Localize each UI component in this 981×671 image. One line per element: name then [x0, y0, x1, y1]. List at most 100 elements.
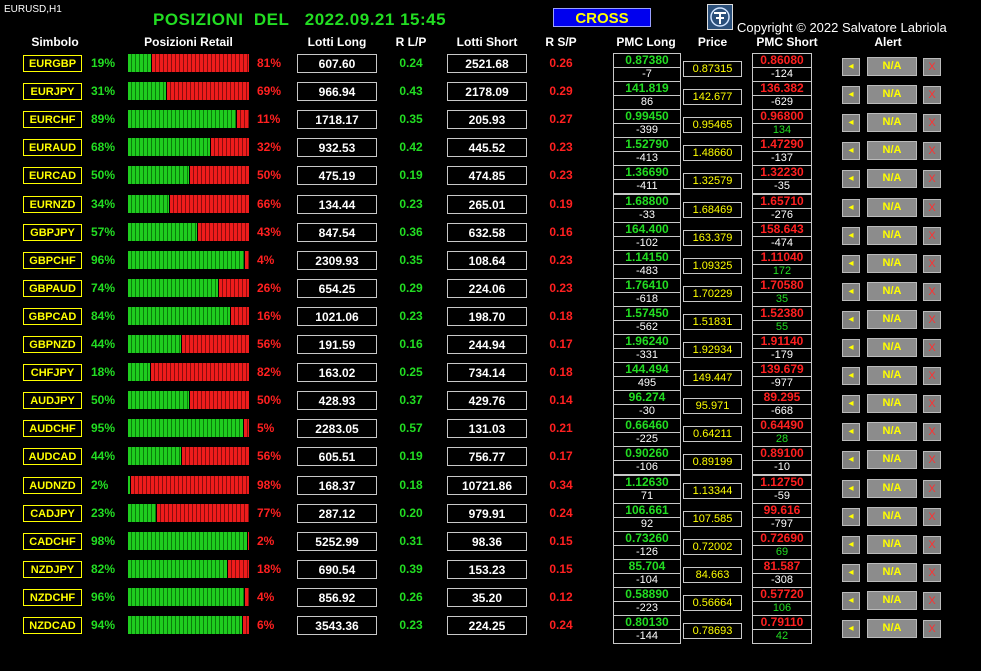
alert-bell-icon[interactable]: ◂ [842, 395, 860, 413]
alert-bell-icon[interactable]: ◂ [842, 86, 860, 104]
alert-bell-icon[interactable]: ◂ [842, 367, 860, 385]
alert-close-button[interactable]: X [923, 311, 941, 329]
symbol-button[interactable]: EURNZD [23, 196, 82, 213]
alert-bell-icon[interactable]: ◂ [842, 142, 860, 160]
alert-bell-icon[interactable]: ◂ [842, 114, 860, 132]
alert-close-button[interactable]: X [923, 620, 941, 638]
symbol-button[interactable]: EURJPY [23, 83, 82, 100]
alert-bell-icon[interactable]: ◂ [842, 480, 860, 498]
r-lp-value: 0.57 [399, 421, 423, 435]
short-percent: 81% [257, 56, 282, 70]
alert-na-button[interactable]: N/A [867, 338, 917, 357]
alert-bell-icon[interactable]: ◂ [842, 508, 860, 526]
alert-na-button[interactable]: N/A [867, 226, 917, 245]
symbol-button[interactable]: AUDCAD [23, 448, 82, 465]
alert-bell-icon[interactable]: ◂ [842, 199, 860, 217]
alert-na-button[interactable]: N/A [867, 535, 917, 554]
symbol-button[interactable]: AUDJPY [23, 392, 82, 409]
alert-bell-icon[interactable]: ◂ [842, 339, 860, 357]
symbol-button[interactable]: NZDCHF [23, 589, 82, 606]
cross-button[interactable]: CROSS [553, 8, 651, 27]
r-lp-value: 0.16 [399, 337, 423, 351]
alert-bell-icon[interactable]: ◂ [842, 536, 860, 554]
alert-close-button[interactable]: X [923, 592, 941, 610]
alert-close-button[interactable]: X [923, 451, 941, 469]
symbol-button[interactable]: NZDJPY [23, 561, 82, 578]
pmc-short-value: 0.96800 [752, 109, 812, 124]
alert-close-button[interactable]: X [923, 283, 941, 301]
alert-close-button[interactable]: X [923, 255, 941, 273]
pmc-short-pips: 134 [752, 123, 812, 138]
alert-na-button[interactable]: N/A [867, 57, 917, 76]
alert-na-button[interactable]: N/A [867, 479, 917, 498]
alert-close-button[interactable]: X [923, 227, 941, 245]
alert-bell-icon[interactable]: ◂ [842, 227, 860, 245]
alert-na-button[interactable]: N/A [867, 282, 917, 301]
header-posizioni-retail: Posizioni Retail [144, 35, 233, 49]
alert-close-button[interactable]: X [923, 367, 941, 385]
alert-na-button[interactable]: N/A [867, 169, 917, 188]
symbol-button[interactable]: EURCAD [23, 167, 82, 184]
symbol-button[interactable]: AUDCHF [23, 420, 82, 437]
alert-close-button[interactable]: X [923, 86, 941, 104]
lotti-short-value: 224.06 [447, 279, 527, 298]
pmc-short-pips: -137 [752, 151, 812, 166]
alert-bell-icon[interactable]: ◂ [842, 170, 860, 188]
alert-na-button[interactable]: N/A [867, 450, 917, 469]
alert-bell-icon[interactable]: ◂ [842, 620, 860, 638]
alert-close-button[interactable]: X [923, 339, 941, 357]
alert-close-button[interactable]: X [923, 536, 941, 554]
alert-bell-icon[interactable]: ◂ [842, 592, 860, 610]
alert-close-button[interactable]: X [923, 480, 941, 498]
retail-position-bar [128, 504, 249, 522]
alert-close-button[interactable]: X [923, 199, 941, 217]
alert-close-button[interactable]: X [923, 508, 941, 526]
lotti-long-value: 856.92 [297, 588, 377, 607]
pmc-long-value: 1.57450 [613, 306, 681, 321]
symbol-button[interactable]: AUDNZD [23, 477, 82, 494]
alert-close-button[interactable]: X [923, 142, 941, 160]
alert-close-button[interactable]: X [923, 114, 941, 132]
alert-bell-icon[interactable]: ◂ [842, 423, 860, 441]
pmc-long-pips: -399 [613, 123, 681, 138]
symbol-button[interactable]: CHFJPY [23, 364, 82, 381]
symbol-button[interactable]: NZDCAD [23, 617, 82, 634]
alert-close-button[interactable]: X [923, 395, 941, 413]
alert-na-button[interactable]: N/A [867, 310, 917, 329]
alert-bell-icon[interactable]: ◂ [842, 283, 860, 301]
alert-bell-icon[interactable]: ◂ [842, 564, 860, 582]
alert-bell-icon[interactable]: ◂ [842, 451, 860, 469]
alert-na-button[interactable]: N/A [867, 591, 917, 610]
symbol-button[interactable]: CADJPY [23, 505, 82, 522]
alert-close-button[interactable]: X [923, 423, 941, 441]
symbol-button[interactable]: EURCHF [23, 111, 82, 128]
alert-na-button[interactable]: N/A [867, 113, 917, 132]
alert-na-button[interactable]: N/A [867, 254, 917, 273]
alert-na-button[interactable]: N/A [867, 85, 917, 104]
alert-bell-icon[interactable]: ◂ [842, 311, 860, 329]
alert-close-button[interactable]: X [923, 564, 941, 582]
symbol-button[interactable]: GBPCHF [23, 252, 82, 269]
alert-na-button[interactable]: N/A [867, 563, 917, 582]
alert-na-button[interactable]: N/A [867, 141, 917, 160]
alert-na-button[interactable]: N/A [867, 507, 917, 526]
symbol-button[interactable]: GBPNZD [23, 336, 82, 353]
symbol-button[interactable]: EURAUD [23, 139, 82, 156]
alert-bell-icon[interactable]: ◂ [842, 58, 860, 76]
symbol-button[interactable]: GBPCAD [23, 308, 82, 325]
alert-na-button[interactable]: N/A [867, 198, 917, 217]
r-lp-value: 0.29 [399, 281, 423, 295]
symbol-button[interactable]: CADCHF [23, 533, 82, 550]
alert-bell-icon[interactable]: ◂ [842, 255, 860, 273]
long-fill [128, 138, 210, 156]
alert-close-button[interactable]: X [923, 58, 941, 76]
symbol-button[interactable]: EURGBP [23, 55, 82, 72]
symbol-button[interactable]: GBPAUD [23, 280, 82, 297]
alert-na-button[interactable]: N/A [867, 366, 917, 385]
alert-na-button[interactable]: N/A [867, 619, 917, 638]
alert-close-button[interactable]: X [923, 170, 941, 188]
alert-na-button[interactable]: N/A [867, 422, 917, 441]
symbol-button[interactable]: GBPJPY [23, 224, 82, 241]
r-sp-value: 0.23 [549, 253, 573, 267]
alert-na-button[interactable]: N/A [867, 394, 917, 413]
